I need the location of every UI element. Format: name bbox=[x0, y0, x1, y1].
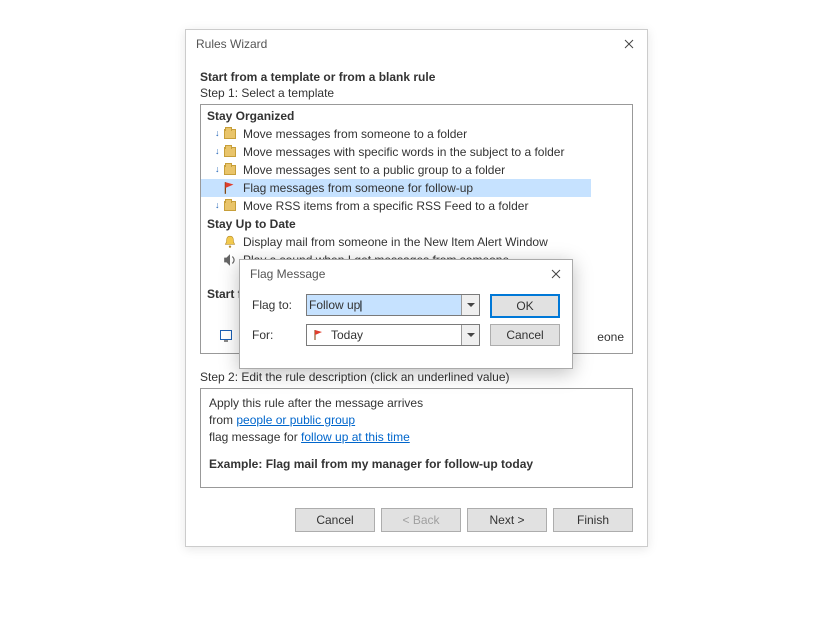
titlebar: Rules Wizard bbox=[186, 30, 647, 56]
flag-to-row: Flag to: Follow up bbox=[252, 294, 480, 316]
group-header-stay-up-to-date: Stay Up to Date bbox=[201, 215, 632, 233]
window-title: Rules Wizard bbox=[196, 37, 267, 51]
desc-line1: Apply this rule after the message arrive… bbox=[209, 395, 624, 412]
flag-to-value: Follow up bbox=[307, 295, 461, 315]
template-item[interactable]: Move messages with specific words in the… bbox=[201, 143, 632, 161]
template-item-selected[interactable]: Flag messages from someone for follow-up bbox=[201, 179, 591, 197]
dialog-body: Flag to: Follow up For: Today bbox=[240, 288, 572, 368]
cancel-button[interactable]: Cancel bbox=[295, 508, 375, 532]
example-line: Example: Flag mail from my manager for f… bbox=[209, 456, 624, 473]
ok-button[interactable]: OK bbox=[490, 294, 560, 318]
step1-label: Step 1: Select a template bbox=[200, 86, 633, 100]
step2-label: Step 2: Edit the rule description (click… bbox=[200, 370, 633, 384]
folder-icon bbox=[223, 199, 237, 213]
finish-button[interactable]: Finish bbox=[553, 508, 633, 532]
chevron-down-icon[interactable] bbox=[461, 295, 479, 315]
desc-line3: flag message for follow up at this time bbox=[209, 429, 624, 446]
screen-icon bbox=[220, 330, 232, 340]
folder-icon bbox=[223, 145, 237, 159]
for-value: Today bbox=[329, 325, 461, 345]
cancel-button[interactable]: Cancel bbox=[490, 324, 560, 346]
flag-to-combobox[interactable]: Follow up bbox=[306, 294, 480, 316]
template-item-label: Move messages with specific words in the… bbox=[243, 144, 564, 160]
flag-to-label: Flag to: bbox=[252, 298, 306, 312]
template-item[interactable]: Move RSS items from a specific RSS Feed … bbox=[201, 197, 632, 215]
template-item[interactable]: Display mail from someone in the New Ite… bbox=[201, 233, 632, 251]
folder-icon bbox=[223, 127, 237, 141]
template-item-label: Flag messages from someone for follow-up bbox=[243, 180, 473, 196]
for-label: For: bbox=[252, 328, 306, 342]
intro-heading: Start from a template or from a blank ru… bbox=[200, 70, 633, 84]
desc-line2: from people or public group bbox=[209, 412, 624, 429]
flag-icon bbox=[307, 329, 329, 341]
template-item-truncated-label: eone bbox=[597, 330, 624, 344]
bell-icon bbox=[223, 235, 237, 249]
close-icon[interactable] bbox=[621, 36, 637, 52]
flag-icon bbox=[223, 181, 237, 195]
template-item-label: Display mail from someone in the New Ite… bbox=[243, 234, 548, 250]
chevron-down-icon[interactable] bbox=[461, 325, 479, 345]
for-row: For: Today bbox=[252, 324, 480, 346]
people-or-group-link[interactable]: people or public group bbox=[236, 413, 355, 427]
template-item[interactable]: Move messages from someone to a folder bbox=[201, 125, 632, 143]
template-item-label: Move RSS items from a specific RSS Feed … bbox=[243, 198, 528, 214]
wizard-button-row: Cancel < Back Next > Finish bbox=[200, 508, 633, 532]
description-panel: Apply this rule after the message arrive… bbox=[200, 388, 633, 488]
close-icon[interactable] bbox=[548, 266, 564, 282]
dialog-title: Flag Message bbox=[250, 267, 325, 281]
group-header-stay-organized: Stay Organized bbox=[201, 107, 632, 125]
next-button[interactable]: Next > bbox=[467, 508, 547, 532]
back-button: < Back bbox=[381, 508, 461, 532]
template-item[interactable]: Move messages sent to a public group to … bbox=[201, 161, 632, 179]
follow-up-time-link[interactable]: follow up at this time bbox=[301, 430, 410, 444]
flag-message-dialog: Flag Message Flag to: Follow up For: bbox=[239, 259, 573, 369]
dialog-titlebar: Flag Message bbox=[240, 260, 572, 288]
for-combobox[interactable]: Today bbox=[306, 324, 480, 346]
sound-icon bbox=[223, 253, 237, 267]
folder-icon bbox=[223, 163, 237, 177]
template-item-label: Move messages sent to a public group to … bbox=[243, 162, 505, 178]
template-item-label: Move messages from someone to a folder bbox=[243, 126, 467, 142]
